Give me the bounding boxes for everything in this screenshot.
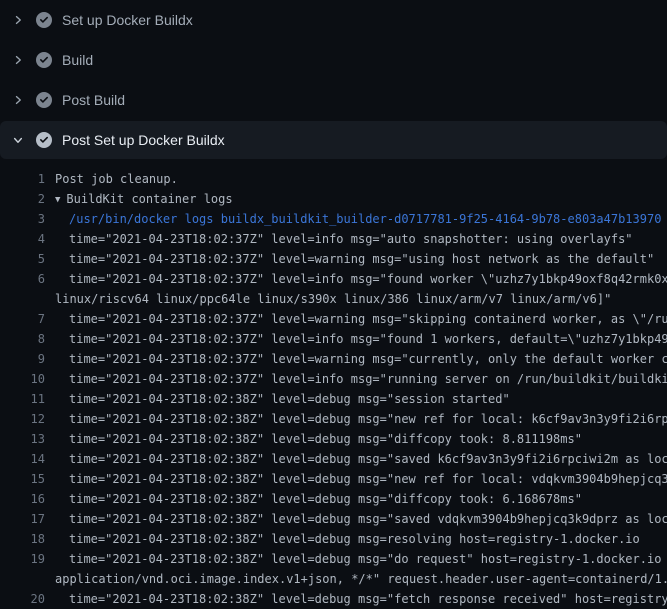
step-header-set-up-docker-buildx[interactable]: Set up Docker Buildx [0,0,667,40]
log-line-number[interactable]: 9 [0,349,45,369]
log-line: linux/riscv64 linux/ppc64le linux/s390x … [0,289,667,309]
log-line-number[interactable]: 19 [0,549,45,569]
log-line-number[interactable]: 1 [0,169,45,189]
log-line-number[interactable]: 18 [0,529,45,549]
log-line-text: time="2021-04-23T18:02:38Z" level=debug … [69,529,640,549]
log-line-text: time="2021-04-23T18:02:38Z" level=debug … [69,389,510,409]
log-line-number[interactable]: 10 [0,369,45,389]
step-header-build[interactable]: Build [0,40,667,80]
steps-list: Set up Docker Buildx Build Post Build Post … [0,0,667,159]
log-line-number[interactable]: 16 [0,489,45,509]
log-line: 18 time="2021-04-23T18:02:38Z" level=debu… [0,529,667,549]
log-line-number[interactable]: 13 [0,429,45,449]
log-line: 7 time="2021-04-23T18:02:37Z" level=warni… [0,309,667,329]
log-line-text: time="2021-04-23T18:02:38Z" level=debug … [69,409,667,429]
log-line: 6 time="2021-04-23T18:02:37Z" level=info … [0,269,667,289]
step-header-post-set-up-docker-buildx[interactable]: Post Set up Docker Buildx [0,121,667,159]
log-line: 4 time="2021-04-23T18:02:37Z" level=info … [0,229,667,249]
check-circle-icon [36,12,52,28]
log-console: 1 Post job cleanup. 2 ▼ BuildKit container l… [0,160,667,609]
step-header-post-build[interactable]: Post Build [0,80,667,120]
log-line-number[interactable]: 11 [0,389,45,409]
log-line: 19 time="2021-04-23T18:02:38Z" level=debu… [0,549,667,569]
step-label: Build [62,52,93,68]
log-line: 12 time="2021-04-23T18:02:38Z" level=debu… [0,409,667,429]
log-line-number[interactable]: 14 [0,449,45,469]
log-line-text: Post job cleanup. [55,169,178,189]
log-line-text: time="2021-04-23T18:02:38Z" level=debug … [69,589,667,609]
chevron-down-icon [12,134,24,146]
log-line-number[interactable]: 3 [0,209,45,229]
log-line-text: time="2021-04-23T18:02:37Z" level=info m… [69,229,633,249]
log-line-number[interactable]: 2 [0,189,45,209]
log-line-number[interactable]: 8 [0,329,45,349]
log-line: 2 ▼ BuildKit container logs [0,189,667,209]
log-line-text: time="2021-04-23T18:02:37Z" level=warnin… [69,349,667,369]
chevron-right-icon [12,14,24,26]
log-line-text: ▼ BuildKit container logs [55,189,233,211]
log-line: 16 time="2021-04-23T18:02:38Z" level=debu… [0,489,667,509]
check-circle-icon [36,92,52,108]
log-line-text: time="2021-04-23T18:02:38Z" level=debug … [69,489,582,509]
log-line: 15 time="2021-04-23T18:02:38Z" level=debu… [0,469,667,489]
log-line-number[interactable]: 7 [0,309,45,329]
log-line: 8 time="2021-04-23T18:02:37Z" level=info … [0,329,667,349]
log-line-text: application/vnd.oci.image.index.v1+json,… [55,569,667,589]
collapse-caret-icon[interactable]: ▼ [55,190,60,210]
log-line-text: time="2021-04-23T18:02:38Z" level=debug … [69,429,582,449]
log-line: 13 time="2021-04-23T18:02:38Z" level=debu… [0,429,667,449]
log-line-number[interactable]: 5 [0,249,45,269]
log-line-text: time="2021-04-23T18:02:37Z" level=warnin… [69,309,667,329]
log-line-text: time="2021-04-23T18:02:38Z" level=debug … [69,549,667,569]
log-line-number[interactable]: 20 [0,589,45,609]
log-line: 9 time="2021-04-23T18:02:37Z" level=warni… [0,349,667,369]
chevron-right-icon [12,54,24,66]
log-line-number[interactable]: 6 [0,269,45,289]
log-group-title: BuildKit container logs [66,192,232,206]
log-line: 20 time="2021-04-23T18:02:38Z" level=debu… [0,589,667,609]
log-line-number[interactable]: 15 [0,469,45,489]
log-line: 11 time="2021-04-23T18:02:38Z" level=debu… [0,389,667,409]
log-line: 17 time="2021-04-23T18:02:38Z" level=debu… [0,509,667,529]
log-line-text: time="2021-04-23T18:02:37Z" level=warnin… [69,249,654,269]
log-line: 10 time="2021-04-23T18:02:37Z" level=info… [0,369,667,389]
log-line-text: time="2021-04-23T18:02:38Z" level=debug … [69,509,667,529]
log-line-text: time="2021-04-23T18:02:37Z" level=info m… [69,329,667,349]
log-line: 3/usr/bin/docker logs buildx_buildkit_bu… [0,209,667,229]
check-circle-icon [36,52,52,68]
log-line-text: time="2021-04-23T18:02:38Z" level=debug … [69,469,667,489]
log-line: 14 time="2021-04-23T18:02:38Z" level=debu… [0,449,667,469]
log-line-number[interactable]: 17 [0,509,45,529]
log-line-text: linux/riscv64 linux/ppc64le linux/s390x … [55,289,611,309]
step-label: Post Build [62,92,125,108]
log-line-number[interactable]: 12 [0,409,45,429]
log-line-number[interactable]: 4 [0,229,45,249]
log-line-text: time="2021-04-23T18:02:37Z" level=info m… [69,269,667,289]
check-circle-icon [36,132,52,148]
log-line: 1 Post job cleanup. [0,169,667,189]
step-label: Set up Docker Buildx [62,12,193,28]
log-command-text: /usr/bin/docker logs buildx_buildkit_bui… [69,209,661,229]
actions-log-viewer: Set up Docker Buildx Build Post Build Post … [0,0,667,609]
chevron-right-icon [12,94,24,106]
log-line: application/vnd.oci.image.index.v1+json,… [0,569,667,589]
log-line-text: time="2021-04-23T18:02:38Z" level=debug … [69,449,667,469]
log-line: 5 time="2021-04-23T18:02:37Z" level=warni… [0,249,667,269]
log-line-text: time="2021-04-23T18:02:37Z" level=info m… [69,369,667,389]
step-label: Post Set up Docker Buildx [62,132,225,148]
